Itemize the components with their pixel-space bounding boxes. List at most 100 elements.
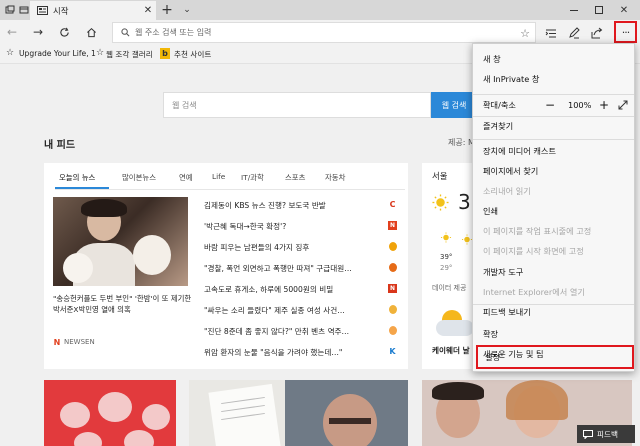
menu-item-label: 개발자 도구 (483, 267, 524, 277)
menu-item-label: 즐겨찾기 (483, 121, 514, 131)
source-logo-icon (389, 263, 397, 272)
menu-item-label: 인쇄 (483, 206, 499, 216)
tab-manager-icon[interactable] (3, 3, 17, 17)
feedback-label: 피드백 (597, 430, 618, 439)
back-button[interactable]: ← (4, 24, 20, 40)
forecast-sun-icon (440, 232, 452, 243)
refresh-button[interactable] (56, 24, 72, 40)
search-icon (120, 27, 131, 38)
menu-item-open-ie: Internet Explorer에서 열기 (473, 281, 634, 303)
source-logo-icon: N (388, 284, 397, 293)
menu-item-label: 새 창 (483, 54, 501, 64)
headline-item[interactable]: 위암 환자의 눈물 "음식을 가려야 했는데…" K (204, 344, 402, 363)
menu-item-zoom: 확대/축소 − 100% + (473, 94, 634, 116)
start-page-icon (36, 5, 48, 16)
headline-item[interactable]: "진단 8준데 좀 좋지 않다?" 만취 벤츠 역주… (204, 323, 402, 342)
news-tabs: 오늘의 뉴스 많이본뉴스 연예 Life IT/과학 스포츠 자동차 (55, 163, 405, 190)
menu-item-favorites[interactable]: 즐겨찾기 (473, 115, 634, 137)
source-logo-icon: K (389, 347, 396, 356)
maximize-button[interactable] (588, 1, 610, 19)
favorite-link-suggested[interactable]: 추천 사이트 (174, 49, 211, 60)
menu-item-label: 이 페이지를 시작 화면에 고정 (483, 246, 584, 256)
close-window-button[interactable]: ✕ (613, 1, 635, 19)
headline-item[interactable]: '박근혜 독대→한국 확정'? N (204, 218, 402, 237)
favorite-link-upgrade[interactable]: Upgrade Your Life, 1 (19, 49, 96, 58)
story-card-image[interactable] (285, 380, 408, 446)
menu-item-print[interactable]: 인쇄 (473, 200, 634, 222)
tab-cars[interactable]: 자동차 (325, 172, 345, 183)
new-tab-button[interactable]: + (160, 2, 174, 18)
headline-title: 고속도로 휴게소, 하루에 5000원의 비밀 (204, 285, 334, 294)
menu-item-label: Internet Explorer에서 열기 (483, 287, 585, 297)
home-button[interactable] (83, 24, 99, 40)
browser-tab[interactable]: 시작 ✕ (30, 1, 156, 20)
cloud-sun-icon (436, 308, 476, 338)
menu-item-send-feedback[interactable]: 피드백 보내기 (473, 301, 634, 323)
weather-promo: 케이웨더 날 (432, 346, 470, 355)
newsen-logo-icon: N (53, 337, 61, 347)
source-logo-icon: C (389, 200, 396, 209)
main-story-photo[interactable] (53, 197, 188, 286)
menu-item-find-on-page[interactable]: 페이지에서 찾기 (473, 160, 634, 182)
address-bar[interactable]: 웹 주소 검색 또는 입력 (112, 22, 536, 43)
tab-it-science[interactable]: IT/과학 (241, 172, 264, 183)
menu-item-extensions[interactable]: 확장 (473, 323, 634, 345)
favorite-star-icon[interactable]: ☆ (518, 26, 532, 40)
tab-today-news[interactable]: 오늘의 뉴스 (59, 172, 95, 183)
tab-sports[interactable]: 스포츠 (285, 172, 305, 183)
menu-item-label: 페이지에서 찾기 (483, 166, 539, 176)
menu-item-label: 설정 (485, 352, 501, 362)
weather-provider: 데이터 제공 (432, 284, 467, 292)
tab-entertainment[interactable]: 연예 (179, 172, 193, 183)
source-logo-icon (389, 326, 397, 335)
minimize-button[interactable] (563, 1, 585, 19)
sun-icon (432, 194, 449, 211)
menu-item-label: 새 InPrivate 창 (483, 74, 540, 84)
fullscreen-icon[interactable] (616, 94, 630, 116)
news-card: 오늘의 뉴스 많이본뉴스 연예 Life IT/과학 스포츠 자동차 "송승헌커… (44, 163, 408, 369)
menu-item-developer-tools[interactable]: 개발자 도구 (473, 261, 634, 283)
main-story-source: NEWSEN (64, 338, 95, 346)
web-note-icon[interactable] (566, 25, 582, 41)
more-actions-menu: 새 창 새 InPrivate 창 확대/축소 − 100% + 즐겨찾기 장치… (472, 43, 635, 372)
headline-item[interactable]: "경찰, 폭언 외면하고 폭행만 따져" 구급대원… (204, 260, 402, 279)
hub-icon[interactable] (543, 25, 559, 41)
tab-preview-icon[interactable] (17, 3, 31, 17)
menu-item-cast-media[interactable]: 장치에 미디어 캐스트 (473, 140, 634, 162)
story-card-image[interactable] (189, 380, 285, 446)
headline-item[interactable]: 고속도로 휴게소, 하루에 5000원의 비밀 N (204, 281, 402, 300)
tab-list-chevron-icon[interactable]: ⌄ (180, 2, 194, 18)
headline-item[interactable]: 바람 피우는 남편들의 4가지 징후 (204, 239, 402, 258)
feedback-button[interactable]: 피드백 (577, 425, 635, 443)
tab-close-icon[interactable]: ✕ (142, 4, 154, 16)
headline-title: "경찰, 폭언 외면하고 폭행만 따져" 구급대원… (204, 264, 352, 273)
more-actions-button[interactable]: ··· (614, 21, 637, 43)
source-logo-icon (389, 242, 397, 251)
web-search-button[interactable]: 웹 검색 (431, 92, 477, 118)
headline-item[interactable]: "싸우는 소리 들렸다" 제주 실종 여성 사건… (204, 302, 402, 321)
headline-title: 김제동이 KBS 뉴스 진행? 보도국 반발 (204, 201, 326, 210)
bing-logo-icon: b (160, 48, 170, 59)
tab-popular[interactable]: 많이본뉴스 (122, 172, 156, 183)
feed-provider: 제공: M (448, 138, 475, 147)
menu-item-new-window[interactable]: 새 창 (473, 48, 634, 70)
headline-item[interactable]: 김제동이 KBS 뉴스 진행? 보도국 반발 C (204, 197, 402, 216)
weather-city: 서울 (432, 171, 448, 181)
favorite-link-gallery[interactable]: 웹 조각 갤러리 (106, 49, 153, 60)
web-search-input[interactable]: 웹 검색 (163, 92, 431, 118)
headline-title: '박근혜 독대→한국 확정'? (204, 222, 287, 231)
tab-life[interactable]: Life (212, 172, 225, 181)
headline-title: 위암 환자의 눈물 "음식을 가려야 했는데…" (204, 348, 343, 357)
menu-item-label: 이 페이지를 작업 표시줄에 고정 (483, 226, 592, 236)
menu-item-new-inprivate-window[interactable]: 새 InPrivate 창 (473, 68, 634, 90)
main-story-caption[interactable]: "송승헌커플도 두번 부인" '한밤'이 또 제기한 박서준X박민영 열애 의혹 (53, 293, 193, 315)
menu-item-pin-start: 이 페이지를 시작 화면에 고정 (473, 240, 634, 262)
zoom-in-button[interactable]: + (597, 94, 611, 116)
zoom-out-button[interactable]: − (543, 94, 557, 116)
story-card-image[interactable] (44, 380, 176, 446)
forecast-high: 39° (440, 253, 453, 261)
share-icon[interactable] (589, 25, 605, 41)
menu-item-label: 피드백 보내기 (483, 307, 531, 317)
menu-item-settings[interactable]: 설정 (476, 345, 634, 369)
forward-button[interactable]: → (30, 24, 46, 40)
